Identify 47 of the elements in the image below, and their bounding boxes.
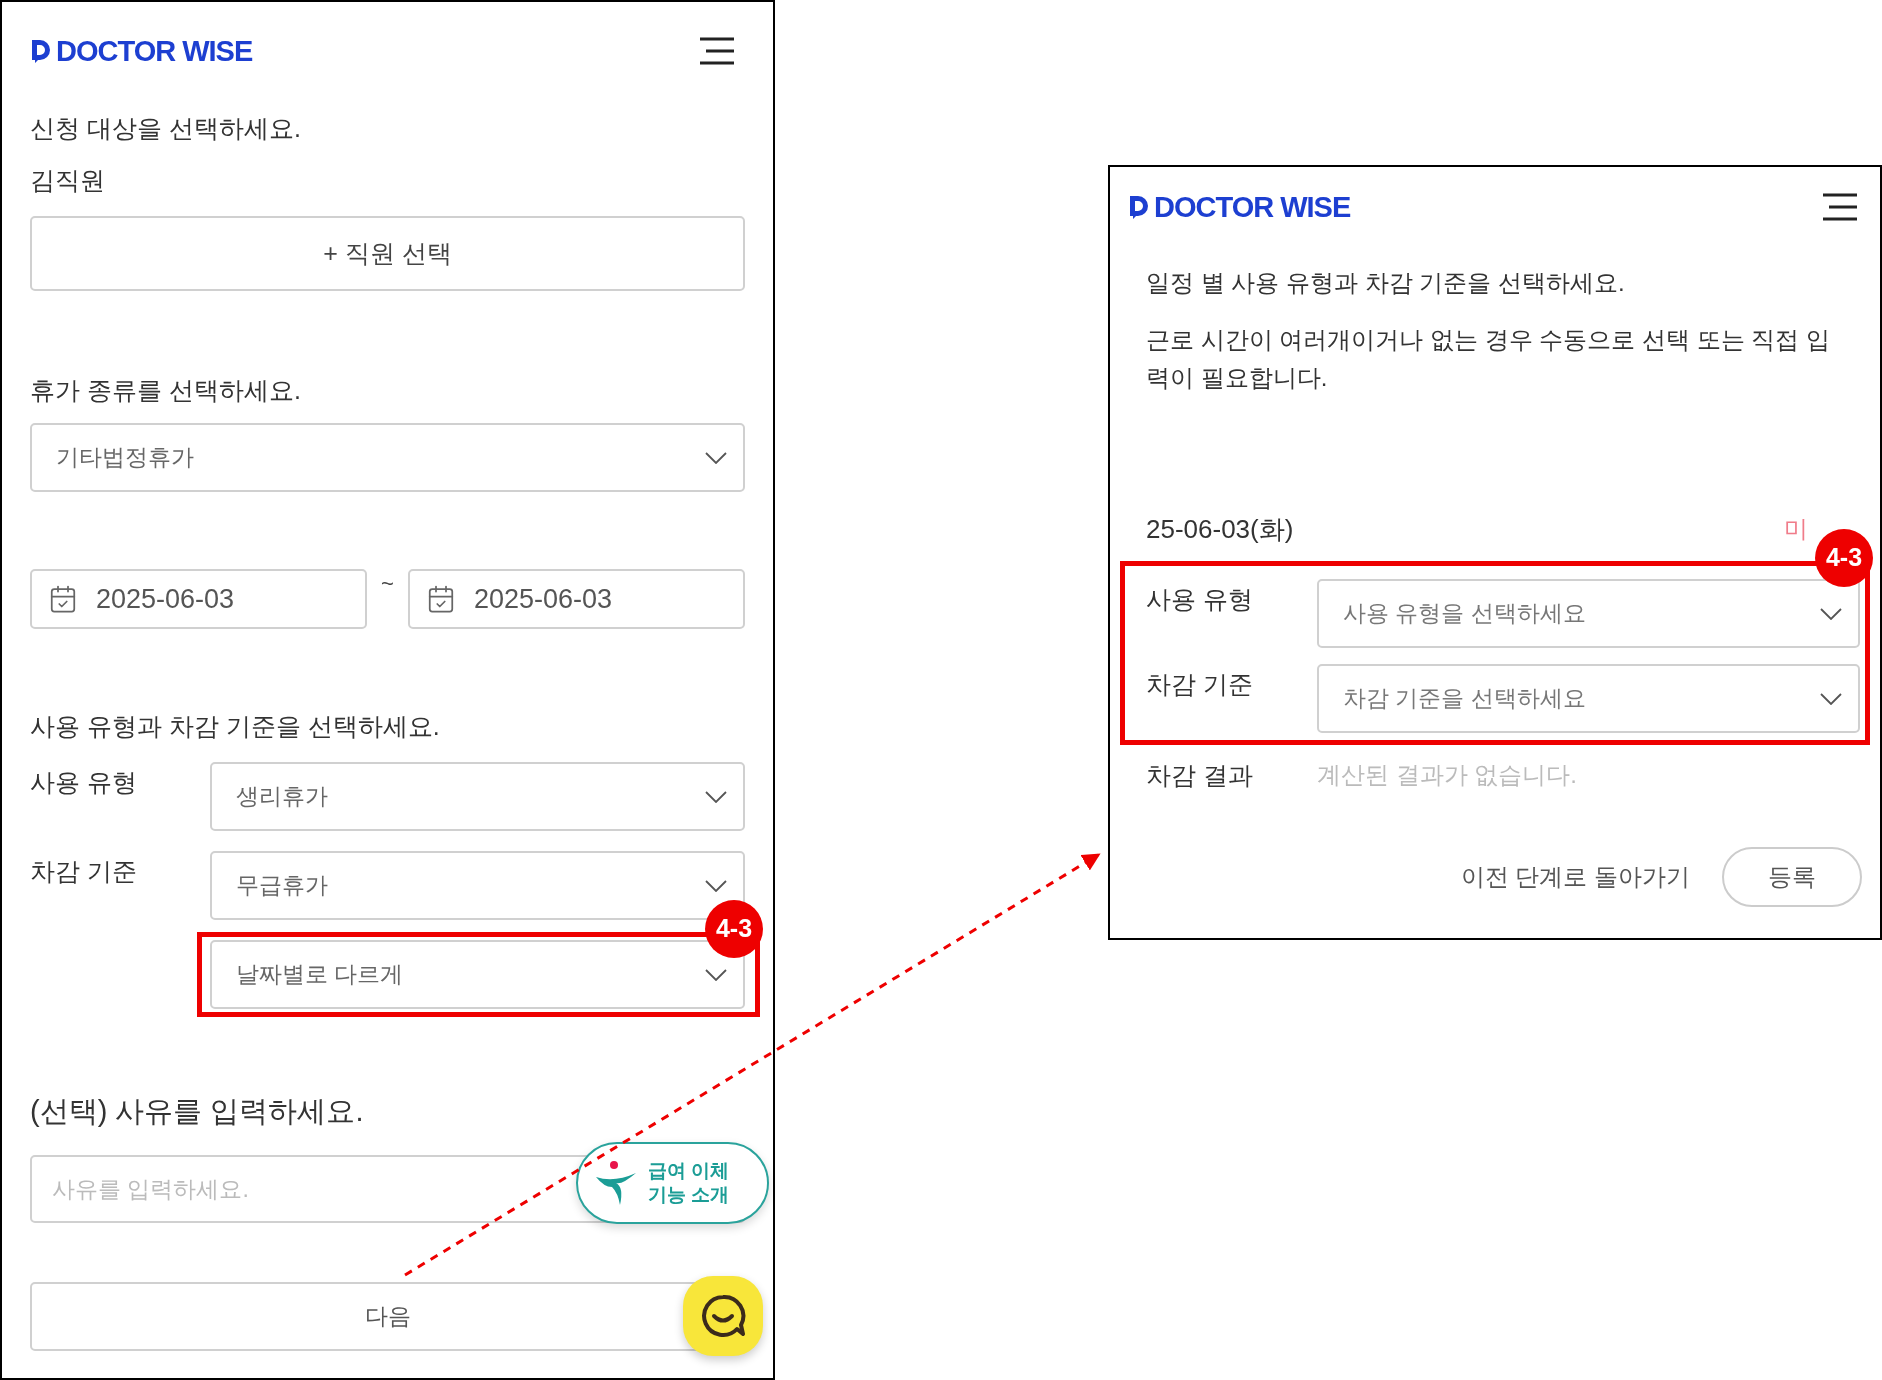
step-badge: 4-3 bbox=[1815, 529, 1873, 587]
chat-toast[interactable] bbox=[683, 1276, 763, 1356]
chevron-down-icon bbox=[1820, 692, 1842, 705]
dropdown-select[interactable]: 무급휴가 bbox=[210, 851, 745, 920]
menu-icon[interactable] bbox=[699, 37, 735, 65]
logo-text: DOCTOR WISE bbox=[56, 36, 253, 66]
field-label: 차감 기준 bbox=[1146, 670, 1253, 698]
add-employee-button[interactable]: + 직원 선택 bbox=[30, 216, 745, 291]
date-field[interactable]: 2025-06-03 bbox=[30, 569, 368, 629]
logo-icon bbox=[1128, 194, 1150, 220]
field-label: 사용 유형 bbox=[1146, 585, 1253, 613]
field-label: 차감 결과 bbox=[1146, 760, 1254, 791]
status-text: 미 bbox=[1784, 514, 1808, 544]
logo-icon bbox=[30, 38, 52, 64]
result-text: 계산된 결과가 없습니다. bbox=[1317, 760, 1577, 790]
leave-type-select[interactable]: 기타법정휴가 bbox=[30, 423, 745, 492]
chevron-down-icon bbox=[705, 451, 727, 464]
chevron-down-icon bbox=[1820, 607, 1842, 620]
dropdown-select[interactable]: 생리휴가 bbox=[210, 762, 745, 831]
employee-name: 김직원 bbox=[30, 165, 106, 196]
instruction-text: 일정 별 사용 유형과 차감 기준을 선택하세요. bbox=[1146, 268, 1626, 298]
section-prompt: 사용 유형과 차감 기준을 선택하세요. bbox=[30, 711, 441, 742]
chevron-down-icon bbox=[705, 968, 727, 981]
step-badge: 4-3 bbox=[705, 900, 763, 958]
promo-toast[interactable]: 급여 이체 기능 소개 bbox=[576, 1142, 769, 1224]
section-prompt: 신청 대상을 선택하세요. bbox=[30, 113, 302, 144]
field-label: 차감 기준 bbox=[30, 857, 137, 885]
dropdown-select[interactable]: 사용 유형을 선택하세요 bbox=[1317, 579, 1860, 648]
section-prompt: (선택) 사유를 입력하세요. bbox=[30, 1094, 365, 1129]
register-button[interactable]: 등록 bbox=[1722, 847, 1862, 907]
chevron-down-icon bbox=[705, 879, 727, 892]
calendar-icon bbox=[48, 584, 78, 614]
dropdown-select[interactable]: 날짜별로 다르게 bbox=[210, 940, 745, 1009]
promo-text: 기능 소개 bbox=[648, 1183, 730, 1207]
section-prompt: 휴가 종류를 선택하세요. bbox=[30, 375, 302, 406]
promo-text: 급여 이체 bbox=[648, 1159, 730, 1183]
chevron-down-icon bbox=[705, 790, 727, 803]
date-field[interactable]: 2025-06-03 bbox=[407, 569, 745, 629]
menu-icon[interactable] bbox=[1822, 193, 1858, 221]
chat-icon bbox=[699, 1292, 747, 1340]
back-link[interactable]: 이전 단계로 돌아가기 bbox=[1460, 859, 1690, 895]
dropdown-select[interactable]: 차감 기준을 선택하세요 bbox=[1317, 664, 1860, 733]
note-text: 근로 시간이 여러개이거나 없는 경우 수동으로 선택 또는 직접 입력이 필요합니다. bbox=[1146, 325, 1831, 393]
field-label: 사용 유형 bbox=[30, 768, 137, 796]
date-separator: ~ bbox=[381, 570, 394, 598]
schedule-date: 25-06-03(화) bbox=[1146, 513, 1294, 546]
logo-text: DOCTOR WISE bbox=[1154, 192, 1351, 222]
